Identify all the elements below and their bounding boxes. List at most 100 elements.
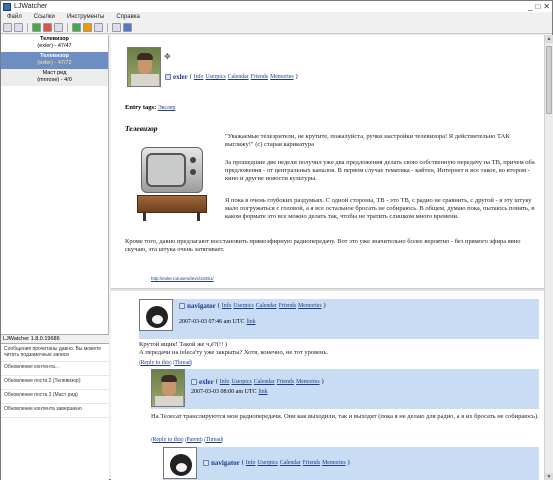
- stop-icon[interactable]: [83, 23, 92, 32]
- author-username[interactable]: exler: [173, 73, 188, 81]
- link-info[interactable]: Info: [222, 303, 232, 309]
- save-icon[interactable]: [3, 23, 12, 32]
- section-divider: [111, 288, 544, 291]
- close-button[interactable]: ✕: [543, 2, 550, 11]
- link-memories[interactable]: Memories: [298, 303, 322, 309]
- maximize-button[interactable]: □: [535, 2, 540, 11]
- comment-username[interactable]: navigator: [187, 302, 216, 310]
- log-entry: Обновление контента завершено: [1, 404, 109, 418]
- refresh-icon[interactable]: [72, 23, 81, 32]
- feed-name: Телевизор: [40, 36, 69, 42]
- feed-count: (exler) - 47/72: [37, 60, 72, 66]
- menu-tools[interactable]: Инструменты: [67, 14, 104, 20]
- link-memories[interactable]: Memories: [270, 74, 294, 80]
- minimize-button[interactable]: _: [528, 2, 532, 11]
- user-icon: [191, 379, 197, 385]
- link-friends[interactable]: Friends: [251, 74, 268, 80]
- feed-count: (exler) - 47/47: [37, 43, 72, 49]
- toolbar: [1, 22, 552, 34]
- comment-username[interactable]: navigator: [211, 459, 240, 467]
- edit-icon[interactable]: [54, 23, 63, 32]
- thread-link[interactable]: Thread: [205, 437, 221, 443]
- comment-author: exler ( Info Userpics Calendar Friends M…: [191, 378, 324, 386]
- user-icon: [165, 74, 171, 80]
- remove-icon[interactable]: [43, 23, 52, 32]
- link-userpics[interactable]: Userpics: [231, 379, 251, 385]
- entry-tags-label: Entry tags:: [125, 104, 157, 111]
- comment-date: 2007-03-03 08:00 am UTC: [191, 389, 257, 395]
- post-para-2: За прошедшие две недели получил уже два …: [225, 159, 535, 182]
- menu-file[interactable]: Файл: [7, 14, 22, 20]
- log-entry: Обновление поста 2 (Телевизор): [1, 376, 109, 390]
- post-view: ✥ exler ( Info Userpics Calendar Friends…: [111, 35, 544, 480]
- feed-item-selected[interactable]: Телевизор (exler) - 47/72: [1, 52, 108, 69]
- app-window: LJWatcher _ □ ✕ Файл Ссылки Инструменты …: [0, 0, 553, 480]
- comment-date: 2007-03-03 07:46 am UTC: [179, 319, 245, 325]
- thread-link[interactable]: Thread: [174, 360, 190, 366]
- feed-name: Маст рид: [42, 70, 67, 76]
- entry-tags: Entry tags: Экслер: [125, 104, 175, 111]
- feed-item[interactable]: Телевизор (exler) - 47/47: [1, 35, 108, 52]
- scroll-thumb[interactable]: [546, 46, 552, 114]
- link-info[interactable]: Info: [246, 460, 256, 466]
- link-userpics[interactable]: Userpics: [233, 303, 253, 309]
- link-userpics[interactable]: Userpics: [205, 74, 225, 80]
- parent-link[interactable]: Parent: [186, 437, 201, 443]
- folder-icon[interactable]: [14, 23, 23, 32]
- toolbar-separator: [107, 23, 108, 32]
- comment-actions: (Reply to this) (Parent) (Thread): [151, 437, 224, 443]
- userpic: [127, 47, 161, 87]
- link-calendar[interactable]: Calendar: [280, 460, 301, 466]
- menu-help[interactable]: Справка: [116, 14, 140, 20]
- log-entry: Обновление поста 3 (Маст рид): [1, 390, 109, 404]
- feed-name: Телевизор: [40, 53, 69, 59]
- link-info[interactable]: Info: [194, 74, 204, 80]
- reply-link[interactable]: Reply to this: [153, 437, 183, 443]
- forward-icon[interactable]: [123, 23, 132, 32]
- comment-text: Крутой ящик! Такой же ч,ё?(!! ) А переда…: [139, 341, 329, 356]
- scroll-up-icon[interactable]: ▲: [545, 35, 553, 43]
- toolbar-separator: [67, 23, 68, 32]
- comment-meta: 2007-03-03 07:46 am UTC link: [179, 319, 256, 325]
- move-icon: ✥: [164, 52, 171, 61]
- entry-tag[interactable]: Экслер: [158, 105, 175, 111]
- options-icon[interactable]: [94, 23, 103, 32]
- title-bar: LJWatcher _ □ ✕: [1, 1, 552, 12]
- link-memories[interactable]: Memories: [322, 460, 346, 466]
- vertical-scrollbar[interactable]: ▲ ▼: [544, 35, 553, 480]
- post-title: Телевизор: [125, 124, 158, 133]
- scroll-down-icon[interactable]: ▼: [545, 473, 553, 480]
- link-calendar[interactable]: Calendar: [254, 379, 275, 385]
- link-userpics[interactable]: Userpics: [257, 460, 277, 466]
- add-icon[interactable]: [32, 23, 41, 32]
- comment-author: navigator ( Info Userpics Calendar Frien…: [179, 302, 326, 310]
- menu-links[interactable]: Ссылки: [34, 14, 55, 20]
- link-friends[interactable]: Friends: [303, 460, 320, 466]
- link-friends[interactable]: Friends: [279, 303, 296, 309]
- mail-icon[interactable]: [112, 23, 121, 32]
- post-para-3: Я пока в очень глубоких раздумьях. С одн…: [225, 197, 535, 220]
- post-permalink[interactable]: http://exler.ru/users/tevs/10361/: [151, 276, 214, 281]
- link-calendar[interactable]: Calendar: [256, 303, 277, 309]
- comment-userpic: [139, 299, 173, 331]
- comment-actions: (Reply to this) (Thread): [139, 360, 193, 366]
- post-para-1: "Уважаемые телезрители, не крутите, пожа…: [225, 133, 510, 148]
- link-memories[interactable]: Memories: [296, 379, 320, 385]
- link-friends[interactable]: Friends: [277, 379, 294, 385]
- link-calendar[interactable]: Calendar: [228, 74, 249, 80]
- post-author: exler ( Info Userpics Calendar Friends M…: [165, 73, 298, 81]
- comment-link[interactable]: link: [259, 389, 268, 395]
- comment-meta: 2007-03-03 08:00 am UTC link: [191, 389, 268, 395]
- reply-link[interactable]: Reply to this: [141, 360, 171, 366]
- toolbar-separator: [27, 23, 28, 32]
- log-entry: Обновление контента...: [1, 362, 109, 376]
- post-para-4: Кроме того, давно предлагают восстановит…: [125, 238, 521, 253]
- comment-link[interactable]: link: [247, 319, 256, 325]
- menu-bar: Файл Ссылки Инструменты Справка: [1, 12, 552, 22]
- log-entry: Сообщения прочитаны давно. Вы можете чит…: [1, 344, 109, 362]
- comment-text: На Телесат транслируются мои радиопереда…: [151, 413, 539, 420]
- comment-username[interactable]: exler: [199, 378, 214, 386]
- link-info[interactable]: Info: [220, 379, 230, 385]
- comment-author: navigator ( Info Userpics Calendar Frien…: [203, 459, 350, 467]
- feed-item[interactable]: Маст рид (mnrose) - 4/0: [1, 69, 108, 86]
